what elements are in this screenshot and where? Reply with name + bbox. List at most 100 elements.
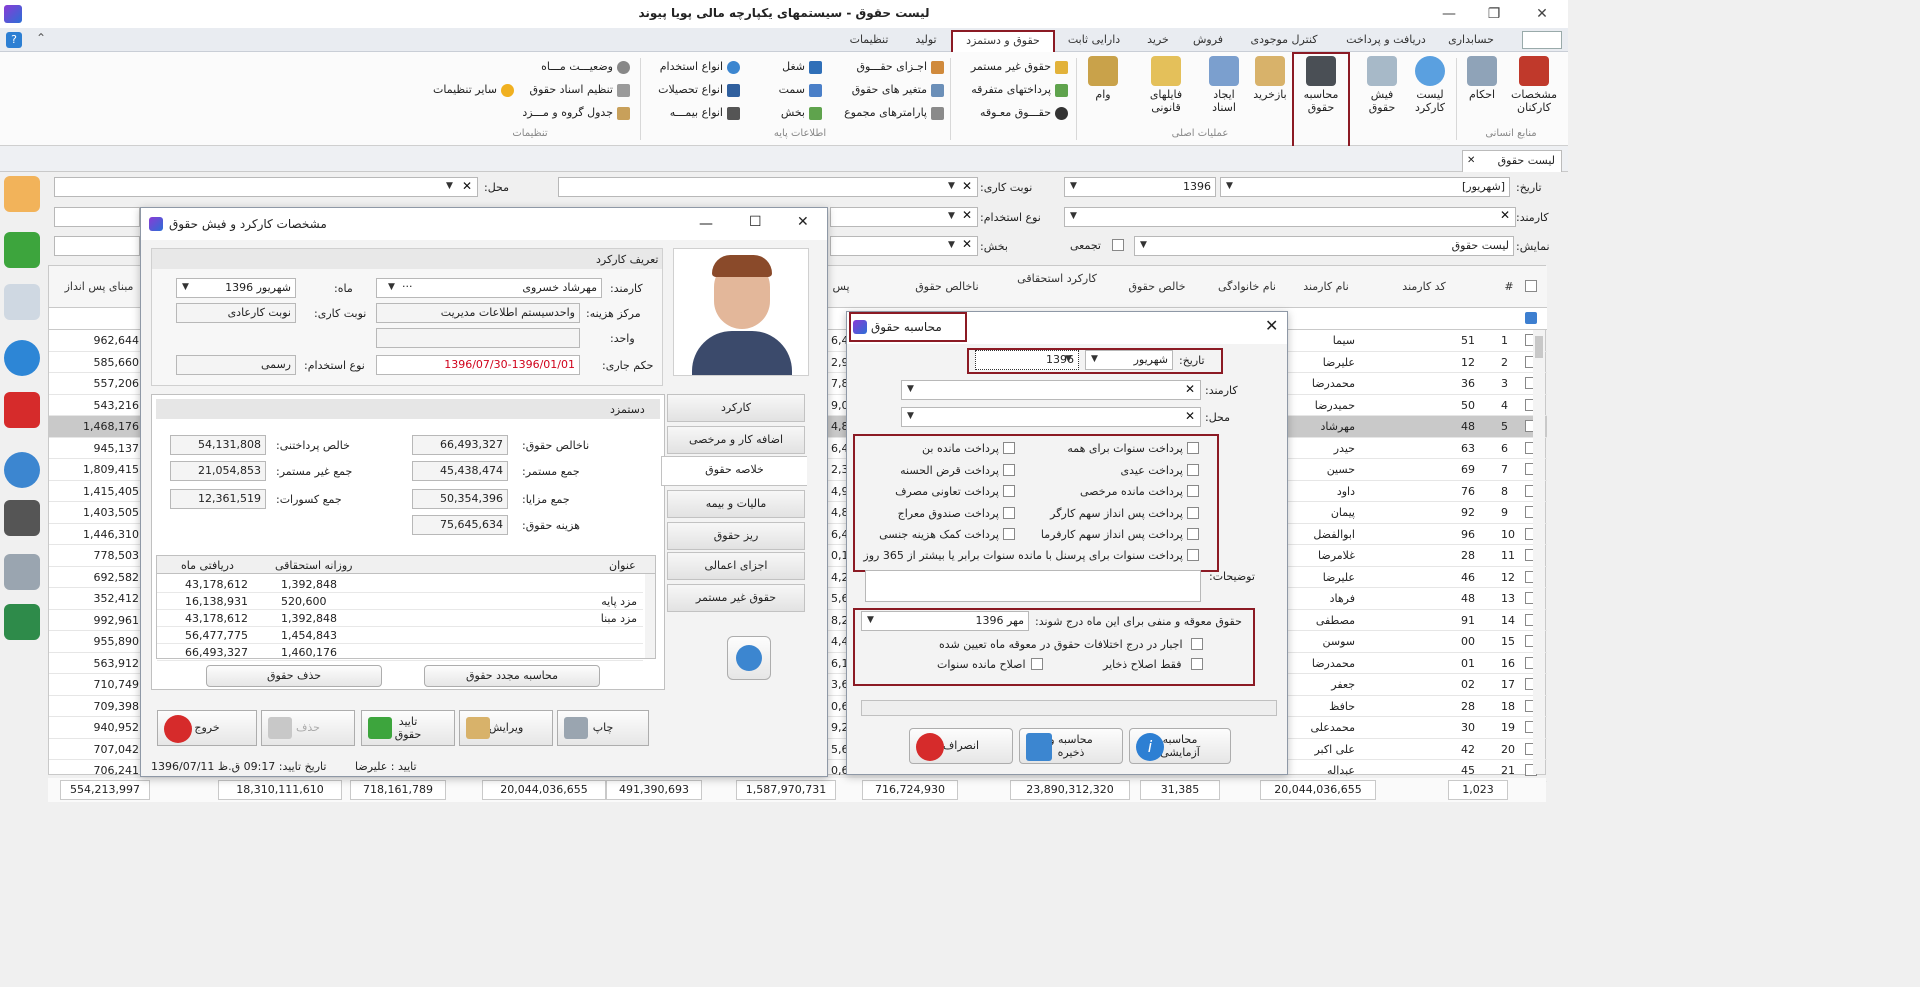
window-maximize-button[interactable]: ❐: [1474, 3, 1514, 25]
window-close-button[interactable]: ✕: [1522, 3, 1562, 25]
loan-button[interactable]: وام: [1080, 56, 1126, 101]
vertical-scrollbar[interactable]: [1533, 330, 1545, 774]
employment-types-button[interactable]: انواع استخدام: [648, 58, 740, 76]
header-gross-salary[interactable]: ناخالص حقوق: [889, 280, 1005, 293]
check-icon[interactable]: [4, 340, 40, 376]
calc-employee-select[interactable]: [901, 380, 1201, 400]
printer-icon[interactable]: [4, 554, 40, 590]
extra-filter-field-2[interactable]: [54, 236, 140, 256]
delete-icon[interactable]: [4, 392, 40, 428]
mini-table-scrollbar[interactable]: [645, 574, 655, 658]
tab-settings[interactable]: تنظیمات: [844, 31, 894, 51]
option-checkbox[interactable]: [1187, 485, 1199, 497]
misc-payments-button[interactable]: پرداختهای متفرقه: [958, 81, 1068, 99]
section-button[interactable]: بخش: [762, 104, 822, 122]
tab-sales[interactable]: فروش: [1188, 31, 1228, 51]
cancel-button[interactable]: انصراف: [909, 728, 1013, 764]
option-checkbox[interactable]: [1003, 442, 1015, 454]
breakdown-row[interactable]: 1,454,843 56,477,775: [157, 627, 643, 644]
only-savings-checkbox[interactable]: [1191, 658, 1203, 670]
notes-textarea[interactable]: [865, 570, 1201, 602]
unit-field[interactable]: [376, 328, 580, 348]
salary-docs-settings-button[interactable]: تنظیم اسناد حقوق: [520, 81, 630, 99]
month-field[interactable]: شهریور 1396: [176, 278, 296, 298]
calc-month-select[interactable]: شهریور: [1085, 350, 1173, 370]
refresh-button[interactable]: [727, 636, 771, 680]
calculator-icon[interactable]: [4, 500, 40, 536]
salary-components-button[interactable]: اجـزای حقـــوق: [832, 58, 944, 76]
buyback-button[interactable]: بازخرید: [1250, 56, 1290, 101]
payslip-button[interactable]: فیش حقوق: [1360, 56, 1404, 114]
tab-salary-summary[interactable]: خلاصه حقوق: [661, 456, 807, 486]
header-employee-name[interactable]: نام کارمند: [1289, 280, 1363, 293]
shift-select[interactable]: [558, 177, 978, 197]
edit-icon[interactable]: [4, 284, 40, 320]
exit-button[interactable]: خروج: [157, 710, 257, 746]
option-checkbox[interactable]: [1003, 463, 1015, 476]
month-status-button[interactable]: وضعیـــت مـــاه: [520, 58, 630, 76]
layout-icon[interactable]: [1522, 31, 1562, 49]
calc-year-select[interactable]: 1396: [975, 350, 1079, 370]
option-checkbox[interactable]: [1003, 506, 1015, 519]
select-all-checkbox[interactable]: [1525, 280, 1537, 292]
test-calculate-button[interactable]: محاسبه آزمایشی i: [1129, 728, 1231, 764]
header-employee-code[interactable]: کد کارمند: [1369, 280, 1479, 293]
tab-purchase[interactable]: خرید: [1138, 31, 1178, 51]
tab-salary-details[interactable]: ریز حقوق: [667, 522, 805, 550]
collapse-ribbon-icon[interactable]: ⌃: [36, 31, 46, 45]
display-select[interactable]: لیست حقوق: [1134, 236, 1514, 256]
place-select[interactable]: [54, 177, 478, 197]
excel-export-icon[interactable]: [4, 604, 40, 640]
employment-select[interactable]: [830, 207, 978, 227]
employees-button[interactable]: مشخصات کارکنان: [1506, 56, 1562, 114]
window-minimize-button[interactable]: —: [1429, 3, 1469, 25]
delete-salary-button[interactable]: حذف حقوق: [206, 665, 382, 687]
confirm-salary-button[interactable]: تایید حقوق: [361, 710, 455, 746]
arrears-month-select[interactable]: مهر 1396: [861, 611, 1029, 631]
option-checkbox[interactable]: [1187, 442, 1199, 454]
calc-place-select[interactable]: [901, 407, 1201, 427]
clear-icon[interactable]: ✕: [1185, 382, 1195, 396]
ellipsis-icon[interactable]: ···: [402, 280, 413, 293]
header-savings-base[interactable]: مبنای پس انداز: [59, 280, 139, 293]
tab-noncontinuous[interactable]: حقوق غیر مستمر: [667, 584, 805, 612]
breakdown-row[interactable]: مزد مبنا 1,392,848 43,178,612: [157, 610, 643, 627]
clear-icon[interactable]: ✕: [962, 179, 972, 193]
wage-group-table-button[interactable]: جدول گروه و مـــزد: [520, 104, 630, 122]
print-button[interactable]: چاپ: [557, 710, 649, 746]
other-settings-button[interactable]: سایر تنظیمات: [418, 81, 514, 99]
header-row-number[interactable]: #: [1497, 280, 1521, 293]
noncontinuous-salary-button[interactable]: حقوق غیر مستمر: [958, 58, 1068, 76]
shift-field[interactable]: نوبت کارعادی: [176, 303, 296, 323]
education-types-button[interactable]: انواع تحصیلات: [648, 81, 740, 99]
decrees-button[interactable]: احکام: [1460, 56, 1504, 101]
dialog-minimize-button[interactable]: —: [699, 216, 713, 232]
current-decree-field[interactable]: 1396/07/30-1396/01/01: [376, 355, 580, 375]
tab-payroll[interactable]: حقوق و دستمزد: [951, 30, 1055, 54]
section-select[interactable]: [830, 236, 978, 256]
employee-select[interactable]: [1064, 207, 1516, 227]
dialog-close-button[interactable]: ✕: [1265, 316, 1278, 335]
aggregate-checkbox[interactable]: [1112, 239, 1124, 251]
header-entitled-work[interactable]: کارکرد استحقاقی: [1009, 272, 1105, 286]
cost-center-field[interactable]: واحدسیستم اطلاعات مدیریت: [376, 303, 580, 323]
dialog-maximize-button[interactable]: ☐: [749, 214, 762, 230]
legal-files-button[interactable]: فایلهای قانونی: [1138, 56, 1194, 114]
grid-filter-icon[interactable]: [1525, 312, 1537, 324]
help-icon[interactable]: ?: [6, 32, 22, 48]
option-checkbox[interactable]: [1187, 528, 1199, 540]
refresh-icon[interactable]: [4, 452, 40, 488]
breakdown-row[interactable]: مزد پایه 520,600 16,138,931: [157, 593, 643, 610]
tab-applied-components[interactable]: اجزای اعمالی: [667, 552, 805, 580]
option-checkbox[interactable]: [1003, 528, 1015, 540]
breakdown-row[interactable]: 1,392,848 43,178,612: [157, 576, 643, 593]
header-net-salary[interactable]: خالص حقوق: [1109, 280, 1205, 293]
clear-icon[interactable]: ✕: [962, 237, 972, 251]
recalculate-salary-button[interactable]: محاسبه مجدد حقوق: [424, 665, 600, 687]
tab-fixed-assets[interactable]: دارایی ثابت: [1062, 31, 1126, 51]
extra-filter-field[interactable]: [54, 207, 140, 227]
option-checkbox[interactable]: [1187, 506, 1199, 519]
clear-icon[interactable]: ✕: [462, 179, 472, 193]
clear-icon[interactable]: ✕: [1185, 409, 1195, 423]
worklist-button[interactable]: لیست کارکرد: [1406, 56, 1454, 114]
